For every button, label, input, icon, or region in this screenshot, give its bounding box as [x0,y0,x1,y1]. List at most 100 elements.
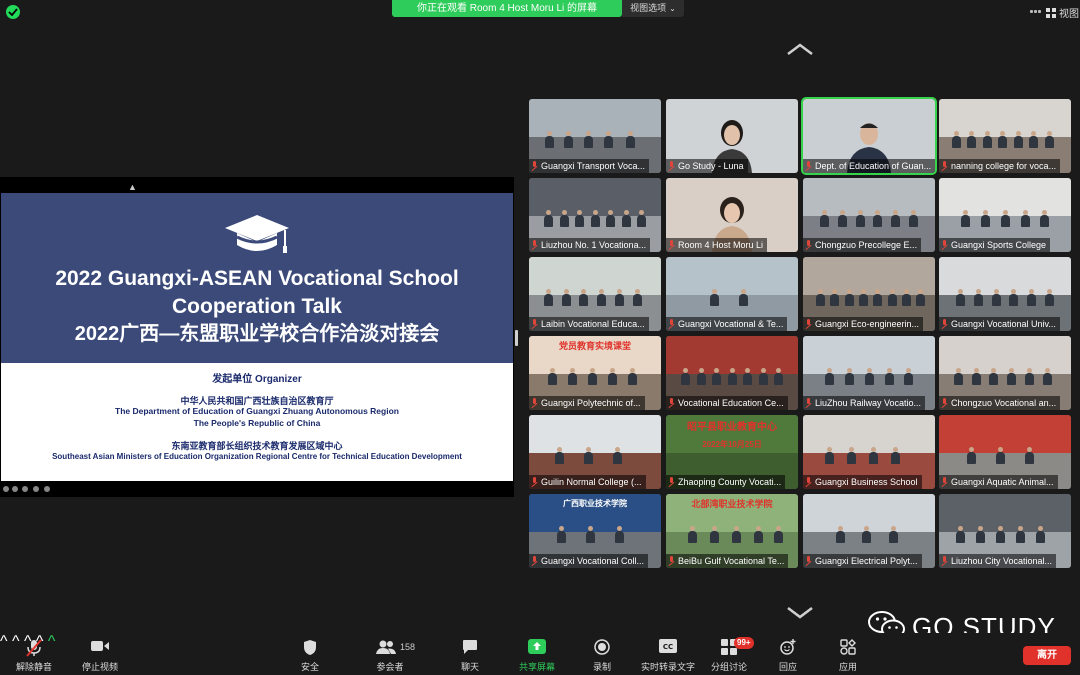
participant-tile[interactable]: Guangxi Business School [803,415,935,489]
prev-slide-icon[interactable] [3,486,9,492]
participant-name: Guangxi Eco-engineerin... [803,317,924,331]
participant-tile[interactable]: Guangxi Sports College [939,178,1071,252]
security-label: 安全 [300,662,319,672]
live-transcript-button[interactable]: CC 实时转录文字 [640,633,696,675]
slide-title-chinese: 2022广西—东盟职业学校合作洽淡对接会 [74,323,440,345]
graduation-cap-icon [225,215,289,253]
participant-name: nanning college for voca... [939,159,1061,173]
participant-name: Chongzuo Precollege E... [803,238,922,252]
slides-icon[interactable] [22,486,28,492]
participant-tile[interactable]: Guilin Normal College (... [529,415,661,489]
mouse-cursor-icon: ▲ [128,182,137,192]
shield-icon [304,640,316,655]
participant-tile[interactable]: LiuZhou Railway Vocatio... [803,336,935,410]
view-button[interactable]: 视图 [1046,5,1079,20]
participant-name: Guilin Normal College (... [529,475,646,489]
org1-country: The People's Republic of China [193,418,321,428]
participant-tile[interactable]: Guangxi Electrical Polyt... [803,494,935,568]
participant-tile[interactable]: Guangxi Vocational Univ... [939,257,1071,331]
audio-options-caret-icon[interactable]: ^ [0,633,8,650]
mic-muted-icon [531,319,538,328]
mic-muted-icon [805,556,812,565]
participant-name: Room 4 Host Moru Li [666,238,768,252]
participant-tile[interactable]: nanning college for voca... [939,99,1071,173]
participant-tile-active-speaker[interactable]: Dept. of Education of Guan... [801,97,937,175]
share-screen-label: 共享屏幕 [518,662,555,672]
participant-tile[interactable]: Guangxi Transport Voca... [529,99,661,173]
chevron-down-icon[interactable] [786,606,814,620]
apps-button[interactable]: 应用 [830,633,866,675]
record-button[interactable]: 录制 [584,633,620,675]
mic-muted-icon [668,240,675,249]
unmute-label: 解除静音 [15,662,52,672]
closed-caption-icon: CC [659,639,677,653]
participant-name: Liuzhou No. 1 Vocationa... [529,238,651,252]
participant-name: Guangxi Vocational Coll... [529,554,649,568]
participant-tile[interactable]: Go Study - Luna [666,99,798,173]
participant-tile[interactable]: Chongzuo Vocational an... [939,336,1071,410]
participant-name: Guangxi Aquatic Animal... [939,475,1058,489]
org2-chinese: 东南亚教育部长组织技术教育发展区域中心 [171,441,343,451]
unmute-button[interactable]: 解除静音 [12,633,56,675]
participants-label: 参会者 [376,662,404,672]
chat-button[interactable]: 聊天 [450,633,490,675]
mic-muted-icon [805,398,812,407]
split-view-handle[interactable] [515,330,518,346]
slide-title-line1: 2022 Guangxi-ASEAN Vocational School [55,267,459,290]
mic-muted-icon [668,398,675,407]
breakout-notification-badge: 99+ [734,637,754,649]
participant-tile[interactable]: Liuzhou City Vocational... [939,494,1071,568]
security-button[interactable]: 安全 [290,633,330,675]
participant-name: Dept. of Education of Guan... [803,159,935,173]
participant-name: Vocational Education Ce... [666,396,788,410]
mic-muted-icon [668,556,675,565]
stop-video-button[interactable]: 停止视频 [78,633,122,675]
mic-muted-icon [941,398,948,407]
participant-tile[interactable]: Guangxi Vocational & Te... [666,257,798,331]
participants-icon [376,640,396,654]
participant-tile[interactable]: Guangxi Eco-engineerin... [803,257,935,331]
participant-tile[interactable]: 广西职业技术学院 Guangxi Vocational Coll... [529,494,661,568]
participant-tile[interactable]: Chongzuo Precollege E... [803,178,935,252]
participant-tile[interactable]: Vocational Education Ce... [666,336,798,410]
participant-tile[interactable]: 党员教育实境课堂 Guangxi Polytechnic of... [529,336,661,410]
mic-muted-icon [531,398,538,407]
participant-name: BeiBu Gulf Vocational Te... [666,554,789,568]
participant-name: Guangxi Electrical Polyt... [803,554,922,568]
slideshow-controls [0,481,514,497]
view-options-button[interactable]: 视图选项 ⌄ [622,0,684,17]
pen-icon[interactable] [12,486,18,492]
more-icon[interactable] [1030,6,1042,18]
mic-muted-icon [805,161,812,170]
participant-name: Zhaoping County Vocati... [666,475,786,489]
mic-muted-icon [805,319,812,328]
meeting-toolbar: 解除静音 ^ 停止视频 ^ 安全 参会者 158 ^ 聊天 ^ 共享屏幕 ^ 录… [0,633,1080,675]
leave-meeting-button[interactable]: 离开 [1023,646,1071,665]
participant-tile[interactable]: Room 4 Host Moru Li [666,178,798,252]
participant-tile[interactable]: 昭平县职业教育中心 2022年10月25日 Zhaoping County Vo… [666,415,798,489]
svg-text:CC: CC [663,643,673,651]
live-transcript-label: 实时转录文字 [640,662,695,672]
participants-button[interactable]: 参会者 [368,633,412,675]
share-screen-icon [528,639,546,654]
participant-tile[interactable]: 北部湾职业技术学院 BeiBu Gulf Vocational Te... [666,494,798,568]
mic-muted-icon [941,161,948,170]
zoom-icon[interactable] [33,486,39,492]
mic-muted-icon [668,319,675,328]
mic-muted-icon [805,477,812,486]
reactions-button[interactable]: 回应 [770,633,806,675]
share-screen-button[interactable]: 共享屏幕 [514,633,560,675]
chevron-up-icon[interactable] [786,42,814,56]
participant-tile[interactable]: Laibin Vocational Educa... [529,257,661,331]
participant-tile[interactable]: Liuzhou No. 1 Vocationa... [529,178,661,252]
encryption-shield-icon[interactable] [6,5,20,19]
participant-tile[interactable]: Guangxi Aquatic Animal... [939,415,1071,489]
apps-icon [840,639,856,655]
more-options-icon[interactable] [44,486,50,492]
grid-view-icon [1046,8,1056,18]
reactions-label: 回应 [778,662,797,672]
participant-name: LiuZhou Railway Vocatio... [803,396,926,410]
participant-count: 158 [400,642,416,652]
mic-muted-icon [941,319,948,328]
participant-name: Guangxi Polytechnic of... [529,396,645,410]
